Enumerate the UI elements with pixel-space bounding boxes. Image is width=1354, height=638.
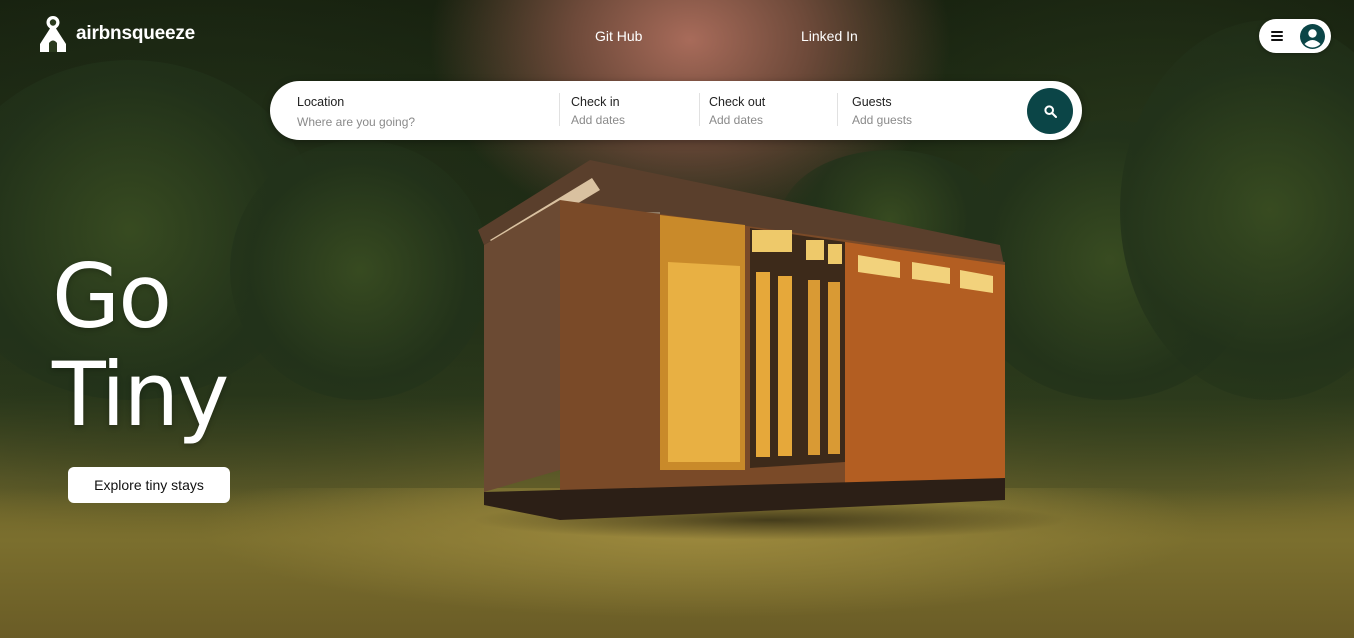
hero-title-line-2: Tiny (52, 343, 229, 446)
nav-link-linkedin[interactable]: Linked In (801, 28, 858, 44)
location-label: Location (297, 95, 345, 109)
guests-label: Guests (852, 95, 892, 109)
check-out-placeholder: Add dates (709, 113, 764, 127)
nav-link-github[interactable]: Git Hub (595, 28, 642, 44)
house-logo-icon (40, 16, 66, 52)
hamburger-icon (1271, 31, 1283, 41)
explore-tiny-stays-button[interactable]: Explore tiny stays (68, 467, 230, 503)
user-menu-button[interactable] (1259, 19, 1331, 53)
brand-name: airbnsqueeze (76, 23, 196, 44)
check-in-field[interactable]: Check in Add dates (571, 95, 625, 127)
search-button[interactable] (1027, 88, 1073, 134)
search-icon (1043, 104, 1057, 118)
location-field[interactable]: Location (297, 95, 537, 131)
user-avatar-icon (1300, 23, 1325, 49)
check-in-placeholder: Add dates (571, 113, 626, 127)
check-out-field[interactable]: Check out Add dates (709, 95, 765, 127)
check-in-label: Check in (571, 95, 620, 109)
search-divider (559, 93, 560, 126)
check-out-label: Check out (709, 95, 766, 109)
brand-logo[interactable]: airbnsqueeze (38, 14, 195, 54)
hero-title-line-1: Go (52, 245, 172, 348)
search-bar: Location Check in Add dates Check out Ad… (270, 81, 1082, 140)
guests-field[interactable]: Guests Add guests (852, 95, 912, 127)
hero-title: Go Tiny (52, 245, 229, 446)
top-navigation-bar: airbnsqueeze Git Hub Linked In (0, 0, 1354, 75)
search-divider (699, 93, 700, 126)
guests-placeholder: Add guests (852, 113, 913, 127)
location-input[interactable] (297, 115, 537, 129)
search-divider (837, 93, 838, 126)
